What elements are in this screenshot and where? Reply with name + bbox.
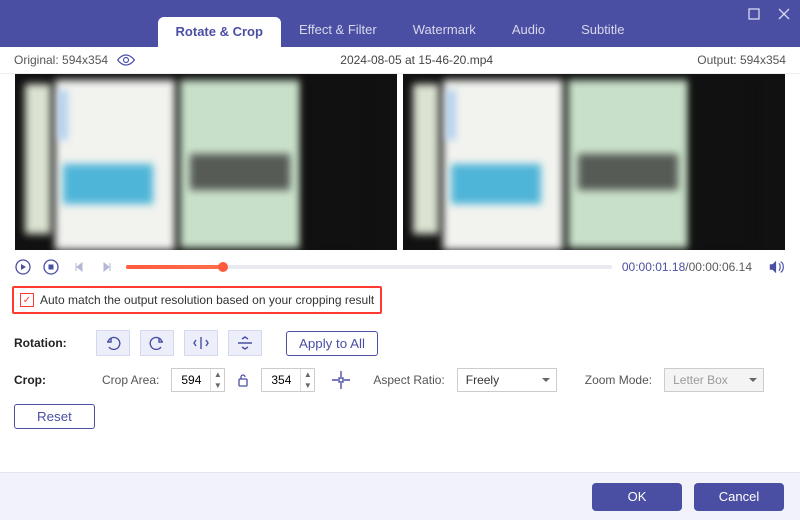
rotation-row: Rotation: Apply to All bbox=[14, 330, 786, 356]
timeline-bar: 00:00:01.18/00:00:06.14 bbox=[0, 250, 800, 284]
crop-area-label: Crop Area: bbox=[102, 373, 159, 387]
tab-effect-filter[interactable]: Effect & Filter bbox=[281, 0, 395, 47]
preview-output[interactable] bbox=[403, 74, 785, 250]
original-resolution-label: Original: 594x354 bbox=[14, 53, 108, 67]
zoom-mode-label: Zoom Mode: bbox=[585, 373, 652, 387]
info-bar: Original: 594x354 2024-08-05 at 15-46-20… bbox=[0, 47, 800, 74]
flip-horizontal-button[interactable] bbox=[184, 330, 218, 356]
time-display: 00:00:01.18/00:00:06.14 bbox=[622, 260, 752, 274]
crop-width-input[interactable] bbox=[172, 373, 210, 387]
preview-row bbox=[0, 74, 800, 250]
filename-label: 2024-08-05 at 15-46-20.mp4 bbox=[340, 53, 493, 67]
crop-width-stepper[interactable]: ▲▼ bbox=[171, 368, 225, 392]
seek-slider[interactable] bbox=[126, 265, 612, 269]
window-controls bbox=[746, 6, 792, 22]
title-bar: Rotate & Crop Effect & Filter Watermark … bbox=[0, 0, 800, 47]
zoom-mode-select: Letter Box bbox=[664, 368, 764, 392]
tab-subtitle[interactable]: Subtitle bbox=[563, 0, 642, 47]
aspect-ratio-select[interactable]: Freely bbox=[457, 368, 557, 392]
footer-bar: OK Cancel bbox=[0, 472, 800, 520]
rotate-right-button[interactable] bbox=[140, 330, 174, 356]
aspect-ratio-label: Aspect Ratio: bbox=[373, 373, 444, 387]
volume-icon[interactable] bbox=[768, 259, 786, 275]
apply-to-all-button[interactable]: Apply to All bbox=[286, 331, 378, 356]
tab-rotate-crop[interactable]: Rotate & Crop bbox=[158, 17, 281, 47]
rotation-label: Rotation: bbox=[14, 336, 86, 350]
crop-row: Crop: Crop Area: ▲▼ ▲▼ Aspect Ratio: Fre… bbox=[14, 368, 786, 392]
position-icon[interactable] bbox=[331, 370, 351, 390]
output-resolution-label: Output: 594x354 bbox=[697, 53, 786, 67]
prev-frame-icon[interactable] bbox=[70, 258, 88, 276]
cancel-button[interactable]: Cancel bbox=[694, 483, 784, 511]
eye-icon[interactable] bbox=[116, 53, 136, 67]
reset-button[interactable]: Reset bbox=[14, 404, 95, 429]
width-up-icon[interactable]: ▲ bbox=[211, 369, 224, 380]
height-up-icon[interactable]: ▲ bbox=[301, 369, 314, 380]
width-down-icon[interactable]: ▼ bbox=[211, 380, 224, 391]
preview-original[interactable] bbox=[15, 74, 397, 250]
automatch-label: Auto match the output resolution based o… bbox=[40, 293, 374, 307]
stop-icon[interactable] bbox=[42, 258, 60, 276]
crop-height-stepper[interactable]: ▲▼ bbox=[261, 368, 315, 392]
crop-label: Crop: bbox=[14, 373, 86, 387]
lock-icon[interactable] bbox=[237, 373, 249, 387]
height-down-icon[interactable]: ▼ bbox=[301, 380, 314, 391]
next-frame-icon[interactable] bbox=[98, 258, 116, 276]
rotate-left-button[interactable] bbox=[96, 330, 130, 356]
crop-height-input[interactable] bbox=[262, 373, 300, 387]
tab-audio[interactable]: Audio bbox=[494, 0, 563, 47]
automatch-checkbox[interactable]: ✓ bbox=[20, 293, 34, 307]
close-icon[interactable] bbox=[776, 6, 792, 22]
play-icon[interactable] bbox=[14, 258, 32, 276]
flip-vertical-button[interactable] bbox=[228, 330, 262, 356]
tab-watermark[interactable]: Watermark bbox=[395, 0, 494, 47]
main-tabs: Rotate & Crop Effect & Filter Watermark … bbox=[158, 0, 643, 47]
ok-button[interactable]: OK bbox=[592, 483, 682, 511]
maximize-icon[interactable] bbox=[746, 6, 762, 22]
automatch-highlight: ✓ Auto match the output resolution based… bbox=[12, 286, 382, 314]
